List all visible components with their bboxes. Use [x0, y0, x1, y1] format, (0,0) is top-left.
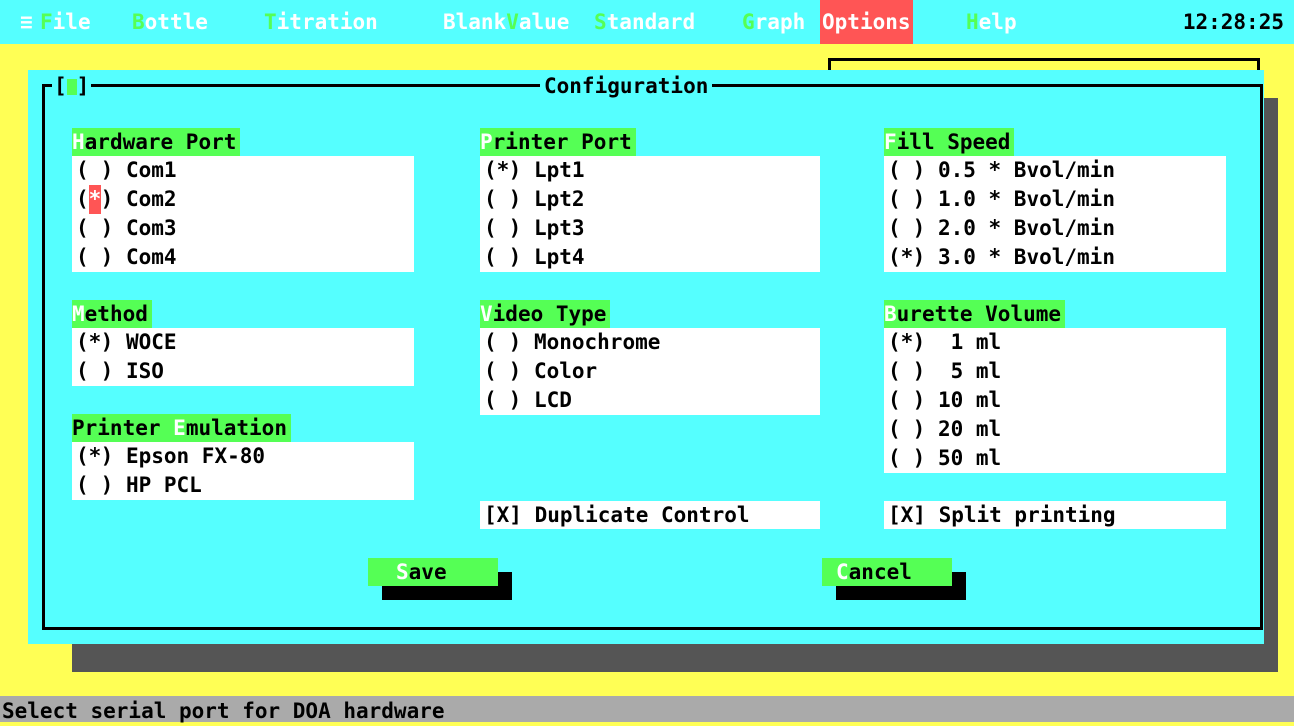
radio-vol-5[interactable]: ( ) 5 ml [884, 357, 1226, 386]
menu-bottle[interactable]: Bottle [132, 0, 208, 44]
dialog-title: Configuration [540, 72, 713, 100]
clock: 12:28:25 [1182, 10, 1284, 34]
radio-com4[interactable]: ( ) Com4 [72, 243, 414, 272]
split-printing-checkbox[interactable]: [X] Split printing [884, 501, 1226, 529]
menu-standard[interactable]: Standard [594, 0, 695, 44]
burette-volume-label[interactable]: Burette Volume [884, 300, 1066, 328]
close-icon [66, 79, 77, 95]
method-group: (*) WOCE ( ) ISO [72, 328, 414, 386]
save-button[interactable]: Save [368, 558, 498, 586]
video-type-label[interactable]: Video Type [480, 300, 611, 328]
fill-speed-group: ( ) 0.5 * Bvol/min ( ) 1.0 * Bvol/min ( … [884, 156, 1226, 272]
menu-graph[interactable]: Graph [742, 0, 805, 44]
radio-hp-pcl[interactable]: ( ) HP PCL [72, 471, 414, 500]
duplicate-control-checkbox[interactable]: [X] Duplicate Control [480, 501, 820, 529]
menu-options[interactable]: Options [820, 0, 913, 44]
printer-emulation-group: (*) Epson FX-80 ( ) HP PCL [72, 442, 414, 500]
radio-fill-1-0[interactable]: ( ) 1.0 * Bvol/min [884, 185, 1226, 214]
video-type-group: ( ) Monochrome ( ) Color ( ) LCD [480, 328, 820, 415]
radio-com1[interactable]: ( ) Com1 [72, 156, 414, 185]
burette-volume-group: (*) 1 ml ( ) 5 ml ( ) 10 ml ( ) 20 ml ( … [884, 328, 1226, 473]
radio-fill-0-5[interactable]: ( ) 0.5 * Bvol/min [884, 156, 1226, 185]
printer-port-label[interactable]: Printer Port [480, 128, 636, 156]
printer-emulation-label[interactable]: Printer Emulation [72, 414, 291, 442]
radio-monochrome[interactable]: ( ) Monochrome [480, 328, 820, 357]
printer-port-group: (*) Lpt1 ( ) Lpt2 ( ) Lpt3 ( ) Lpt4 [480, 156, 820, 272]
close-button[interactable]: [] [52, 72, 92, 100]
cancel-button[interactable]: Cancel [822, 558, 952, 586]
menu-bar: ≡ File Bottle Titration BlankValue Stand… [0, 0, 1294, 44]
radio-vol-1[interactable]: (*) 1 ml [884, 328, 1226, 357]
radio-lpt2[interactable]: ( ) Lpt2 [480, 185, 820, 214]
radio-woce[interactable]: (*) WOCE [72, 328, 414, 357]
system-menu-icon[interactable]: ≡ [20, 0, 33, 44]
radio-vol-50[interactable]: ( ) 50 ml [884, 444, 1226, 473]
radio-com2[interactable]: (*) Com2 [72, 185, 414, 214]
method-label[interactable]: Method [72, 300, 152, 328]
radio-vol-10[interactable]: ( ) 10 ml [884, 386, 1226, 415]
radio-com3[interactable]: ( ) Com3 [72, 214, 414, 243]
menu-blankvalue[interactable]: BlankValue [443, 0, 569, 44]
radio-fill-3-0[interactable]: (*) 3.0 * Bvol/min [884, 243, 1226, 272]
menu-titration[interactable]: Titration [264, 0, 378, 44]
radio-lpt4[interactable]: ( ) Lpt4 [480, 243, 820, 272]
status-bar: Select serial port for DOA hardware [0, 696, 1294, 723]
radio-fill-2-0[interactable]: ( ) 2.0 * Bvol/min [884, 214, 1226, 243]
radio-lpt3[interactable]: ( ) Lpt3 [480, 214, 820, 243]
radio-iso[interactable]: ( ) ISO [72, 357, 414, 386]
radio-lcd[interactable]: ( ) LCD [480, 386, 820, 415]
hardware-port-label[interactable]: Hardware Port [72, 128, 241, 156]
menu-file[interactable]: File [40, 0, 91, 44]
hardware-port-group: ( ) Com1 (*) Com2 ( ) Com3 ( ) Com4 [72, 156, 414, 272]
radio-epson[interactable]: (*) Epson FX-80 [72, 442, 414, 471]
radio-vol-20[interactable]: ( ) 20 ml [884, 415, 1226, 444]
radio-lpt1[interactable]: (*) Lpt1 [480, 156, 820, 185]
fill-speed-label[interactable]: Fill Speed [884, 128, 1015, 156]
menu-help[interactable]: Help [966, 0, 1017, 44]
radio-color[interactable]: ( ) Color [480, 357, 820, 386]
